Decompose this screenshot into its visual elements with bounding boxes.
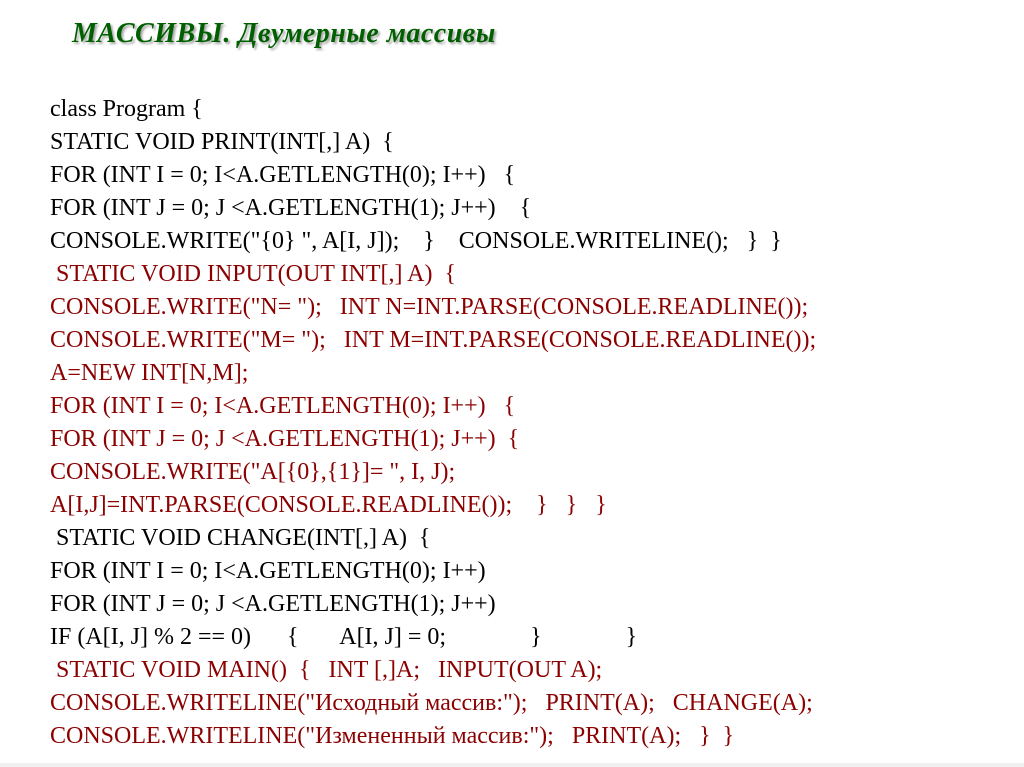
slide-container: МАССИВЫ. Двумерные массивы class Program… [0, 0, 1024, 767]
code-line: CONSOLE.WRITELINE("Измененный массив:");… [50, 723, 734, 749]
code-line: STATIC VOID PRINT(INT[,] A) { [50, 129, 394, 155]
code-line: CONSOLE.WRITE("M= "); INT M=INT.PARSE(CO… [50, 327, 816, 353]
code-line: FOR (INT I = 0; I<A.GETLENGTH(0); I++) [50, 558, 486, 584]
code-line: A[I,J]=INT.PARSE(CONSOLE.READLINE()); } … [50, 492, 607, 518]
code-line: STATIC VOID INPUT(OUT INT[,] A) { [50, 261, 456, 287]
code-line: FOR (INT I = 0; I<A.GETLENGTH(0); I++) { [50, 393, 515, 419]
code-line: A=NEW INT[N,M]; [50, 360, 248, 386]
code-line: class Program { [50, 96, 203, 122]
code-line: CONSOLE.WRITE("A[{0},{1}]= ", I, J); [50, 459, 455, 485]
code-line: CONSOLE.WRITE("N= "); INT N=INT.PARSE(CO… [50, 294, 808, 320]
code-block: class Program { STATIC VOID PRINT(INT[,]… [50, 60, 984, 753]
code-line: CONSOLE.WRITELINE("Исходный массив:"); P… [50, 690, 813, 716]
code-line: FOR (INT J = 0; J <A.GETLENGTH(1); J++) … [50, 426, 519, 452]
code-line: IF (A[I, J] % 2 == 0) { A[I, J] = 0; } } [50, 624, 637, 650]
code-line: CONSOLE.WRITE("{0} ", A[I, J]); } CONSOL… [50, 228, 782, 254]
code-line: STATIC VOID CHANGE(INT[,] A) { [50, 525, 430, 551]
code-line: FOR (INT J = 0; J <A.GETLENGTH(1); J++) … [50, 195, 531, 221]
code-line: STATIC VOID MAIN() { INT [,]A; INPUT(OUT… [50, 657, 602, 683]
code-line: FOR (INT J = 0; J <A.GETLENGTH(1); J++) [50, 591, 496, 617]
slide-title: МАССИВЫ. Двумерные массивы [72, 18, 984, 50]
code-line: FOR (INT I = 0; I<A.GETLENGTH(0); I++) { [50, 162, 515, 188]
